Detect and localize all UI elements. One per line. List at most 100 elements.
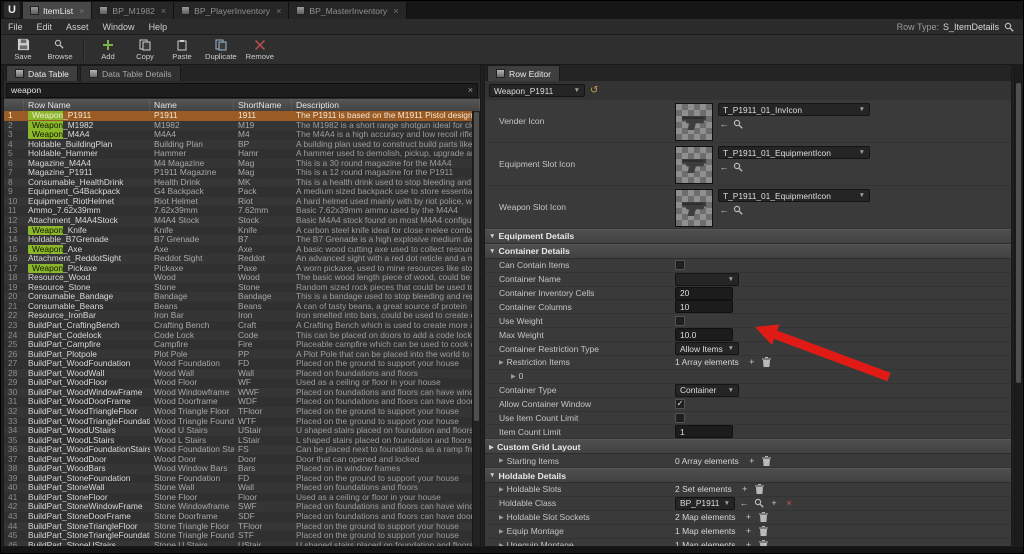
add-element-icon[interactable]: + bbox=[739, 483, 751, 495]
table-row[interactable]: 35BuildPart_WoodLStairsWood L StairsLSta… bbox=[4, 436, 473, 446]
table-row[interactable]: 28BuildPart_WoodWallWood WallWallPlaced … bbox=[4, 369, 473, 379]
table-row[interactable]: 36BuildPart_WoodFoundationStairsWood Fou… bbox=[4, 445, 473, 455]
window-tab-bp-playerinventory[interactable]: BP_PlayerInventory× bbox=[174, 2, 289, 19]
use-selected-asset-icon[interactable]: ← bbox=[718, 161, 730, 173]
table-row[interactable]: 18Resource_WoodWoodWoodThe basic wood le… bbox=[4, 273, 473, 283]
table-row[interactable]: 13Weapon_KnifeKnifeKnifeA carbon steel k… bbox=[4, 226, 473, 236]
table-row[interactable]: 14Holdable_B7GrenadeB7 GrenadeB7The B7 G… bbox=[4, 235, 473, 245]
panel-scrollbar[interactable] bbox=[1014, 64, 1022, 547]
checkbox-can-contain-items[interactable] bbox=[675, 260, 685, 270]
tab-data-table[interactable]: Data Table bbox=[6, 65, 78, 81]
table-row[interactable]: 38BuildPart_WoodBarsWood Window BarsBars… bbox=[4, 464, 473, 474]
input-max-weight[interactable]: 10.0 bbox=[675, 328, 733, 341]
table-row[interactable]: 16Attachment_ReddotSightReddot SightRedd… bbox=[4, 254, 473, 264]
table-row[interactable]: 42BuildPart_StoneWindowFrameStone Window… bbox=[4, 502, 473, 512]
reset-to-default-icon[interactable]: ↺ bbox=[590, 85, 598, 96]
chevron-right-icon[interactable]: ▶ bbox=[499, 514, 504, 521]
table-row[interactable]: 41BuildPart_StoneFloorStone FloorFloorUs… bbox=[4, 493, 473, 503]
asset-dropdown-weapon-slot-icon[interactable]: T_P1911_01_EquipmentIcon▼ bbox=[718, 189, 870, 202]
menu-item-edit[interactable]: Edit bbox=[30, 19, 60, 34]
table-row[interactable]: 46BuildPart_StoneUStairsStone U StairsUS… bbox=[4, 541, 473, 546]
checkbox-use-weight[interactable] bbox=[675, 316, 685, 326]
category-custom-grid-layout[interactable]: ▶Custom Grid Layout bbox=[485, 439, 1011, 454]
table-scrollbar[interactable] bbox=[472, 111, 480, 546]
close-icon[interactable]: × bbox=[393, 6, 398, 16]
add-element-icon[interactable]: + bbox=[742, 539, 754, 546]
table-row[interactable]: 7Magazine_P1911P1911 MagazineMagThis is … bbox=[4, 168, 473, 178]
chevron-right-icon[interactable]: ▶ bbox=[489, 443, 494, 451]
table-row[interactable]: 33BuildPart_WoodTriangleFoundationWood T… bbox=[4, 417, 473, 427]
table-row[interactable]: 20Consumable_BandageBandageBandageThis i… bbox=[4, 292, 473, 302]
table-row[interactable]: 21Consumable_BeansBeansBeansA can of tas… bbox=[4, 302, 473, 312]
tab-row-editor[interactable]: Row Editor bbox=[487, 65, 560, 81]
table-row[interactable]: 39BuildPart_StoneFoundationStone Foundat… bbox=[4, 474, 473, 484]
menu-item-window[interactable]: Window bbox=[96, 19, 142, 34]
add-button[interactable]: Add bbox=[94, 38, 122, 61]
table-row[interactable]: 1Weapon_P1911P19111911The P1911 is based… bbox=[4, 111, 473, 121]
asset-dropdown-equipment-slot-icon[interactable]: T_P1911_01_EquipmentIcon▼ bbox=[718, 146, 870, 159]
table-row[interactable]: 44BuildPart_StoneTriangleFloorStone Tria… bbox=[4, 522, 473, 532]
empty-array-icon[interactable] bbox=[754, 483, 766, 495]
use-selected-asset-icon[interactable]: ← bbox=[738, 497, 750, 509]
empty-array-icon[interactable] bbox=[761, 356, 773, 368]
window-tab-bp-masterinventory[interactable]: BP_MasterInventory× bbox=[289, 2, 406, 19]
clear-icon[interactable]: × bbox=[783, 497, 795, 509]
table-row[interactable]: 12Attachment_M4A4StockM4A4 StockStockBas… bbox=[4, 216, 473, 226]
table-row[interactable]: 6Magazine_M4A4M4 MagazineMagThis is a 30… bbox=[4, 159, 473, 169]
table-row[interactable]: 27BuildPart_WoodFoundationWood Foundatio… bbox=[4, 359, 473, 369]
tab-data-table-details[interactable]: Data Table Details bbox=[80, 65, 181, 81]
clear-search-icon[interactable]: × bbox=[468, 85, 473, 95]
save-button[interactable]: Save bbox=[9, 38, 37, 61]
add-element-icon[interactable]: + bbox=[742, 525, 754, 537]
window-tab-bp-m1982[interactable]: BP_M1982× bbox=[92, 2, 174, 19]
category-equipment-details[interactable]: ▼Equipment Details bbox=[485, 229, 1011, 244]
table-row[interactable]: 19Resource_StoneStoneStoneRandom sized r… bbox=[4, 283, 473, 293]
add-element-icon[interactable]: + bbox=[746, 455, 758, 467]
table-row[interactable]: 25BuildPart_CampfireCampfireFirePlaceabl… bbox=[4, 340, 473, 350]
table-row[interactable]: 34BuildPart_WoodUStairsWood U StairsUSta… bbox=[4, 426, 473, 436]
empty-array-icon[interactable] bbox=[757, 525, 769, 537]
browse-to-asset-icon[interactable] bbox=[732, 204, 744, 216]
table-row[interactable]: 3Weapon_M4A4M4A4M4The M4A4 is a high acc… bbox=[4, 130, 473, 140]
table-row[interactable]: 15Weapon_AxeAxeAxeA basic wood cutting a… bbox=[4, 245, 473, 255]
table-row[interactable]: 9Equipment_G4BackpackG4 BackpackPackA me… bbox=[4, 187, 473, 197]
menu-item-help[interactable]: Help bbox=[142, 19, 175, 34]
dropdown-container-restriction-type[interactable]: Allow Items▼ bbox=[675, 342, 739, 355]
table-row[interactable]: 10Equipment_RiotHelmetRiot HelmetRiotA h… bbox=[4, 197, 473, 207]
browse-to-asset-icon[interactable] bbox=[753, 497, 765, 509]
table-scrollbar-thumb[interactable] bbox=[474, 112, 479, 421]
table-row[interactable]: 37BuildPart_WoodDoorWood DoorDoorDoor th… bbox=[4, 455, 473, 465]
table-row[interactable]: 5Holdable_HammerHammerHamrA hammer used … bbox=[4, 149, 473, 159]
table-row[interactable]: 26BuildPart_PlotpolePlot PolePPA Plot Po… bbox=[4, 350, 473, 360]
category-holdable-details[interactable]: ▼Holdable Details bbox=[485, 468, 1011, 483]
dropdown-holdable-class[interactable]: BP_P1911▼ bbox=[675, 497, 735, 510]
table-row[interactable]: 40BuildPart_StoneWallStone WallWallPlace… bbox=[4, 483, 473, 493]
empty-array-icon[interactable] bbox=[757, 511, 769, 523]
chevron-down-icon[interactable]: ▼ bbox=[489, 233, 495, 240]
asset-thumbnail-vender-icon[interactable] bbox=[675, 103, 713, 141]
menu-item-file[interactable]: File bbox=[1, 19, 30, 34]
table-row[interactable]: 22Resource_IronBarIron BarIronIron smelt… bbox=[4, 311, 473, 321]
empty-array-icon[interactable] bbox=[761, 455, 773, 467]
input-container-columns[interactable]: 10 bbox=[675, 300, 733, 313]
search-input[interactable]: weapon × bbox=[6, 83, 478, 98]
chevron-down-icon[interactable]: ▼ bbox=[489, 248, 495, 255]
asset-dropdown-vender-icon[interactable]: T_P1911_01_InvIcon▼ bbox=[718, 103, 870, 116]
table-row[interactable]: 4Holdable_BuildingPlanBuilding PlanBPA b… bbox=[4, 140, 473, 150]
browse-to-asset-icon[interactable] bbox=[732, 118, 744, 130]
table-row[interactable]: 45BuildPart_StoneTriangleFoundationStone… bbox=[4, 531, 473, 541]
duplicate-button[interactable]: Duplicate bbox=[205, 38, 237, 61]
table-row[interactable]: 23BuildPart_CraftingBenchCrafting BenchC… bbox=[4, 321, 473, 331]
paste-button[interactable]: Paste bbox=[168, 38, 196, 61]
table-row[interactable]: 29BuildPart_WoodFloorWood FloorWFUsed as… bbox=[4, 378, 473, 388]
table-row[interactable]: 2Weapon_M1982M1982M19The M1982 is a shor… bbox=[4, 121, 473, 131]
dropdown-container-name[interactable]: ▼ bbox=[675, 273, 739, 286]
table-row[interactable]: 24BuildPart_CodelockCode LockCodeThis ca… bbox=[4, 331, 473, 341]
menu-item-asset[interactable]: Asset bbox=[59, 19, 96, 34]
close-icon[interactable]: × bbox=[79, 6, 84, 16]
close-icon[interactable]: × bbox=[161, 6, 166, 16]
table-row[interactable]: 11Ammo_7.62x39mm7.62x39mm7.62mmBasic 7.6… bbox=[4, 206, 473, 216]
chevron-right-icon[interactable]: ▶ bbox=[499, 457, 504, 464]
asset-thumbnail-equipment-slot-icon[interactable] bbox=[675, 146, 713, 184]
window-tab-itemlist[interactable]: ItemList× bbox=[23, 2, 92, 19]
